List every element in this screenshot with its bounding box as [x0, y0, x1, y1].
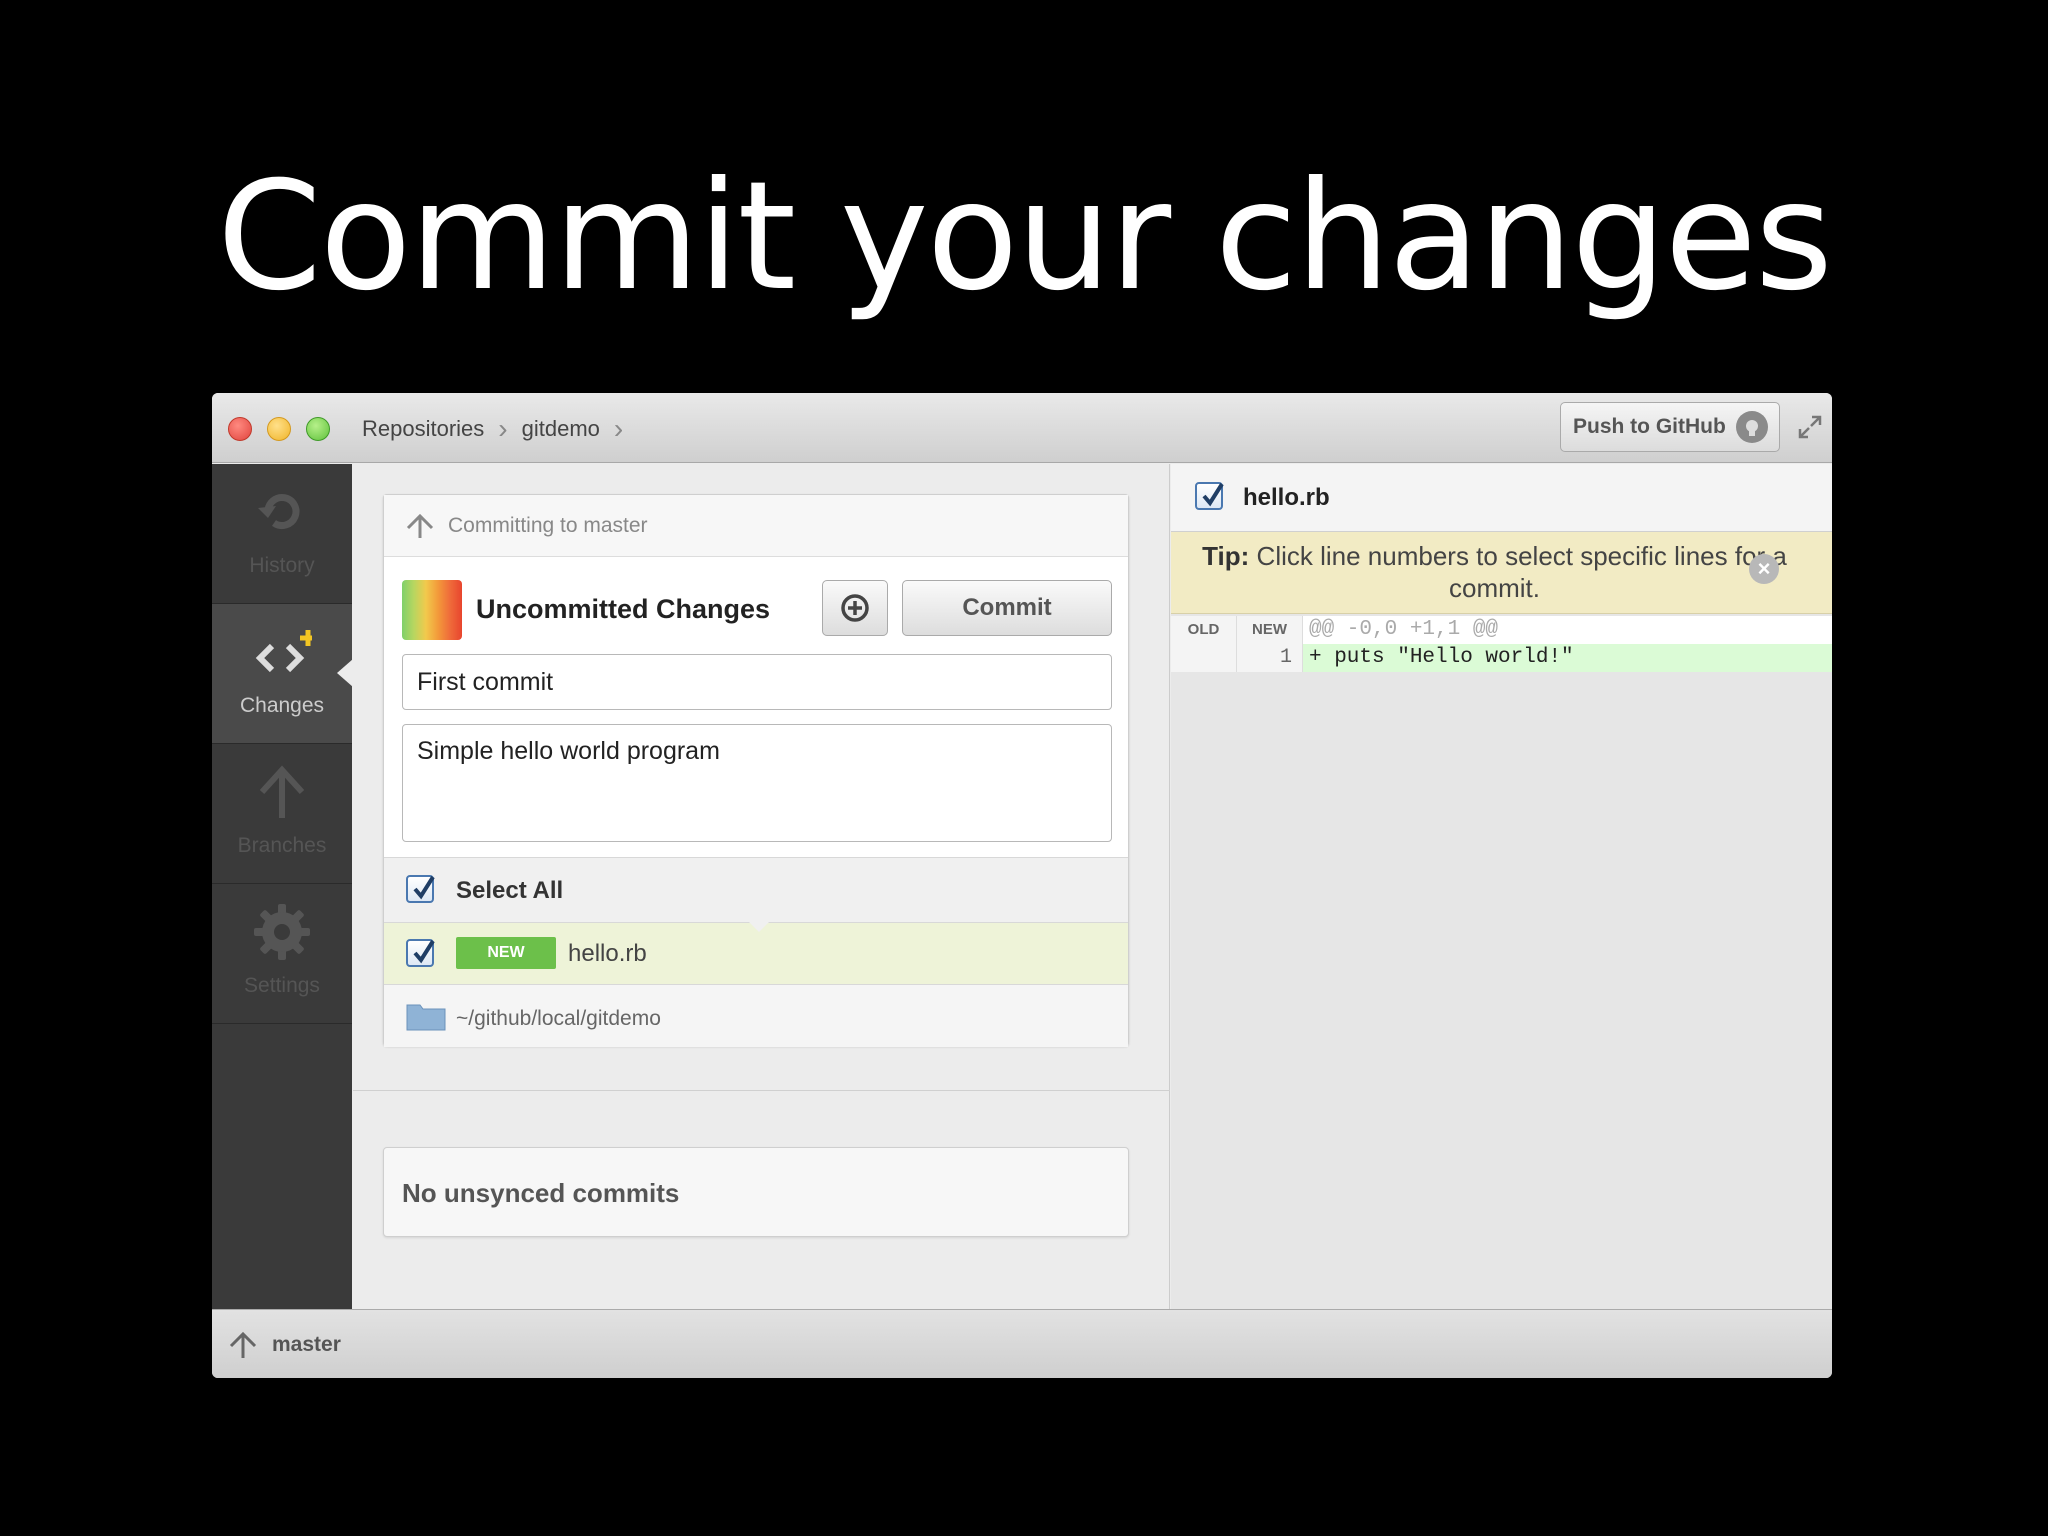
checkmark-icon: [413, 939, 435, 964]
diff-panel: hello.rb Tip: Click line numbers to sele…: [1171, 464, 1832, 1309]
file-checkbox[interactable]: [406, 939, 435, 967]
uncommitted-title: Uncommitted Changes: [476, 594, 771, 624]
sidebar-label-branches: Branches: [237, 834, 327, 857]
diff-table: OLD NEW @@ -0,0 +1,1 @@ 1 + puts "Hello …: [1171, 616, 1832, 672]
folder-icon: [406, 1004, 446, 1031]
titlebar: Repositories › gitdemo › Push to GitHub: [212, 393, 1832, 463]
status-bar: master: [212, 1309, 1832, 1378]
repo-path: ~/github/local/gitdemo: [456, 1007, 661, 1030]
close-icon[interactable]: ×: [1749, 554, 1779, 584]
checkmark-icon: [413, 875, 435, 900]
diff-line: 1 + puts "Hello world!": [1171, 644, 1832, 672]
uncommitted-header: Uncommitted Changes Commit: [402, 580, 1112, 642]
commit-description-input[interactable]: Simple hello world program: [402, 724, 1112, 842]
divider: [353, 1090, 1170, 1091]
hunk-header: @@ -0,0 +1,1 @@: [1303, 616, 1832, 644]
minimize-window-button[interactable]: [267, 417, 291, 441]
sidebar-item-branches[interactable]: Branches: [212, 744, 352, 884]
history-icon: [258, 494, 300, 529]
diff-file-checkbox[interactable]: [1195, 482, 1224, 510]
github-octocat-icon: [1735, 411, 1768, 443]
diff-header: hello.rb: [1171, 464, 1832, 532]
close-window-button[interactable]: [228, 417, 252, 441]
active-indicator: [337, 659, 353, 687]
zoom-window-button[interactable]: [306, 417, 330, 441]
tip-banner: Tip: Click line numbers to select specif…: [1171, 532, 1832, 614]
sidebar-item-changes[interactable]: Changes: [212, 604, 353, 744]
sidebar-label-history: History: [249, 554, 315, 577]
push-label: Push to GitHub: [1573, 415, 1726, 438]
commit-panel: Committing to master Uncommitted Changes…: [383, 494, 1129, 1047]
new-line-number[interactable]: 1: [1237, 644, 1303, 672]
checkmark-icon: [1202, 482, 1224, 507]
sidebar-label-settings: Settings: [244, 974, 320, 997]
diff-file-name: hello.rb: [1243, 484, 1330, 511]
chevron-right-icon: ›: [613, 413, 624, 444]
new-column-header: NEW: [1237, 616, 1303, 644]
breadcrumb-gitdemo[interactable]: gitdemo: [522, 416, 600, 442]
old-line-number[interactable]: [1171, 644, 1237, 672]
commit-column: Committing to master Uncommitted Changes…: [353, 464, 1170, 1309]
sync-icon: [841, 594, 869, 622]
commit-summary-input[interactable]: [402, 654, 1112, 710]
new-file-badge: NEW: [456, 937, 556, 969]
gear-icon: [254, 904, 310, 960]
select-all-checkbox[interactable]: [406, 875, 435, 903]
repo-path-row[interactable]: ~/github/local/gitdemo: [384, 985, 1128, 1047]
branch-icon: [229, 1331, 257, 1358]
app-window: Repositories › gitdemo › Push to GitHub …: [212, 393, 1832, 1378]
sidebar-item-history[interactable]: History: [212, 464, 352, 604]
sidebar: History Changes Branches Settings: [212, 464, 353, 1309]
branch-icon: [406, 513, 434, 538]
file-list-item[interactable]: NEW hello.rb: [384, 923, 1128, 985]
committing-to-label: Committing to master: [448, 513, 648, 537]
chevron-right-icon: ›: [498, 413, 508, 444]
push-to-github-button[interactable]: Push to GitHub: [1560, 402, 1780, 452]
select-all-label: Select All: [456, 877, 564, 904]
tip-text: Click line numbers to select specific li…: [1256, 541, 1787, 603]
current-branch[interactable]: master: [272, 1333, 341, 1357]
breadcrumb: Repositories › gitdemo ›: [362, 413, 623, 445]
select-all-row[interactable]: Select All: [384, 857, 1128, 932]
tip-label: Tip:: [1202, 541, 1250, 571]
sync-button[interactable]: [822, 580, 888, 636]
slide-title: Commit your changes: [216, 150, 1833, 324]
breadcrumb-repositories[interactable]: Repositories: [362, 416, 484, 442]
commit-panel-header: Committing to master: [384, 495, 1128, 557]
branches-icon: [259, 765, 305, 818]
notch-indicator: [747, 920, 771, 932]
sidebar-label-changes: Changes: [239, 694, 325, 717]
old-column-header: OLD: [1171, 616, 1237, 644]
file-name: hello.rb: [568, 940, 647, 967]
diff-hunk-row: OLD NEW @@ -0,0 +1,1 @@: [1171, 616, 1832, 644]
sidebar-item-settings[interactable]: Settings: [212, 884, 352, 1024]
diff-line-code: + puts "Hello world!": [1303, 644, 1832, 672]
fullscreen-icon[interactable]: [1796, 413, 1824, 441]
changes-icon: [255, 630, 312, 673]
changes-color-swatch: [402, 580, 462, 640]
unsynced-commits-panel: No unsynced commits: [383, 1147, 1129, 1237]
commit-button[interactable]: Commit: [902, 580, 1112, 636]
